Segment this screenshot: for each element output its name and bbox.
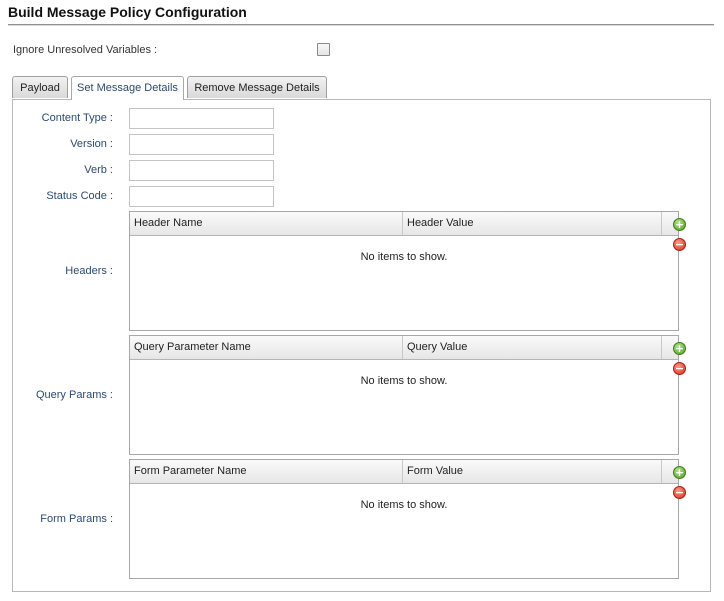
title-divider	[8, 24, 714, 26]
query-params-grid: Query Parameter Name Query Value No item…	[129, 335, 679, 455]
query-params-label: Query Params :	[35, 389, 113, 401]
form-params-grid: Form Parameter Name Form Value No items …	[129, 459, 679, 579]
query-params-add-icon[interactable]: +	[673, 342, 686, 355]
form-params-remove-icon[interactable]: −	[673, 486, 686, 499]
column-query-value[interactable]: Query Value	[403, 336, 662, 359]
column-form-value[interactable]: Form Value	[403, 460, 662, 483]
ignore-unresolved-checkbox[interactable]	[317, 43, 330, 56]
query-params-empty-text: No items to show.	[360, 375, 448, 387]
status-code-label: Status Code :	[46, 190, 113, 202]
headers-empty-text: No items to show.	[360, 251, 448, 263]
headers-grid: Header Name Header Value No items to sho…	[129, 211, 679, 331]
content-type-label: Content Type :	[41, 112, 113, 124]
column-form-parameter-name[interactable]: Form Parameter Name	[130, 460, 403, 483]
ignore-unresolved-label: Ignore Unresolved Variables :	[13, 44, 158, 56]
headers-label: Headers :	[65, 265, 113, 277]
query-params-grid-header: Query Parameter Name Query Value	[130, 336, 678, 360]
tab-panel: Content Type : Version : Verb : Status C…	[12, 99, 711, 592]
headers-grid-header: Header Name Header Value	[130, 212, 678, 236]
page-title: Build Message Policy Configuration	[8, 4, 247, 20]
headers-remove-icon[interactable]: −	[673, 238, 686, 251]
column-header-name[interactable]: Header Name	[130, 212, 403, 235]
form-params-grid-header: Form Parameter Name Form Value	[130, 460, 678, 484]
version-input[interactable]	[129, 134, 274, 155]
form-params-label: Form Params :	[40, 513, 113, 525]
content-type-input[interactable]	[129, 108, 274, 129]
status-code-input[interactable]	[129, 186, 274, 207]
tab-payload[interactable]: Payload	[12, 76, 68, 98]
headers-add-icon[interactable]: +	[673, 218, 686, 231]
version-label: Version :	[70, 138, 113, 150]
column-header-value[interactable]: Header Value	[403, 212, 662, 235]
tab-set-message-details[interactable]: Set Message Details	[71, 76, 184, 100]
form-params-empty-text: No items to show.	[360, 499, 448, 511]
form-params-add-icon[interactable]: +	[673, 466, 686, 479]
column-query-parameter-name[interactable]: Query Parameter Name	[130, 336, 403, 359]
verb-label: Verb :	[84, 164, 113, 176]
tab-remove-message-details[interactable]: Remove Message Details	[187, 76, 327, 98]
verb-input[interactable]	[129, 160, 274, 181]
query-params-remove-icon[interactable]: −	[673, 362, 686, 375]
